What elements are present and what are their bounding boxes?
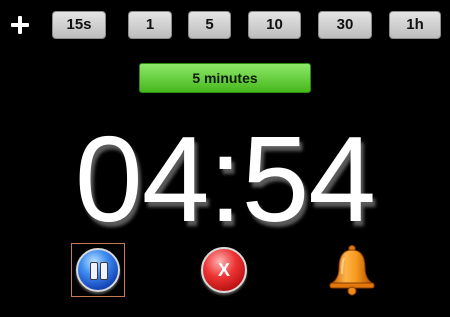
preset-1h-button[interactable]: 1h: [389, 11, 441, 39]
pause-icon: [76, 248, 120, 292]
preset-5-button[interactable]: 5: [188, 11, 231, 39]
stop-icon: X: [201, 247, 247, 293]
countdown-display: 04:54: [74, 111, 376, 247]
stop-label: X: [217, 260, 230, 280]
alarm-button[interactable]: [327, 244, 377, 296]
selected-duration-button[interactable]: 5 minutes: [139, 63, 311, 93]
pause-button[interactable]: [71, 243, 125, 297]
preset-15s-button[interactable]: 15s: [52, 11, 106, 39]
preset-30-button[interactable]: 30: [318, 11, 372, 39]
preset-10-button[interactable]: 10: [248, 11, 301, 39]
stop-button[interactable]: X: [200, 247, 250, 295]
preset-1-button[interactable]: 1: [128, 11, 172, 39]
bell-icon: [329, 245, 375, 296]
add-preset-button[interactable]: [9, 14, 31, 36]
